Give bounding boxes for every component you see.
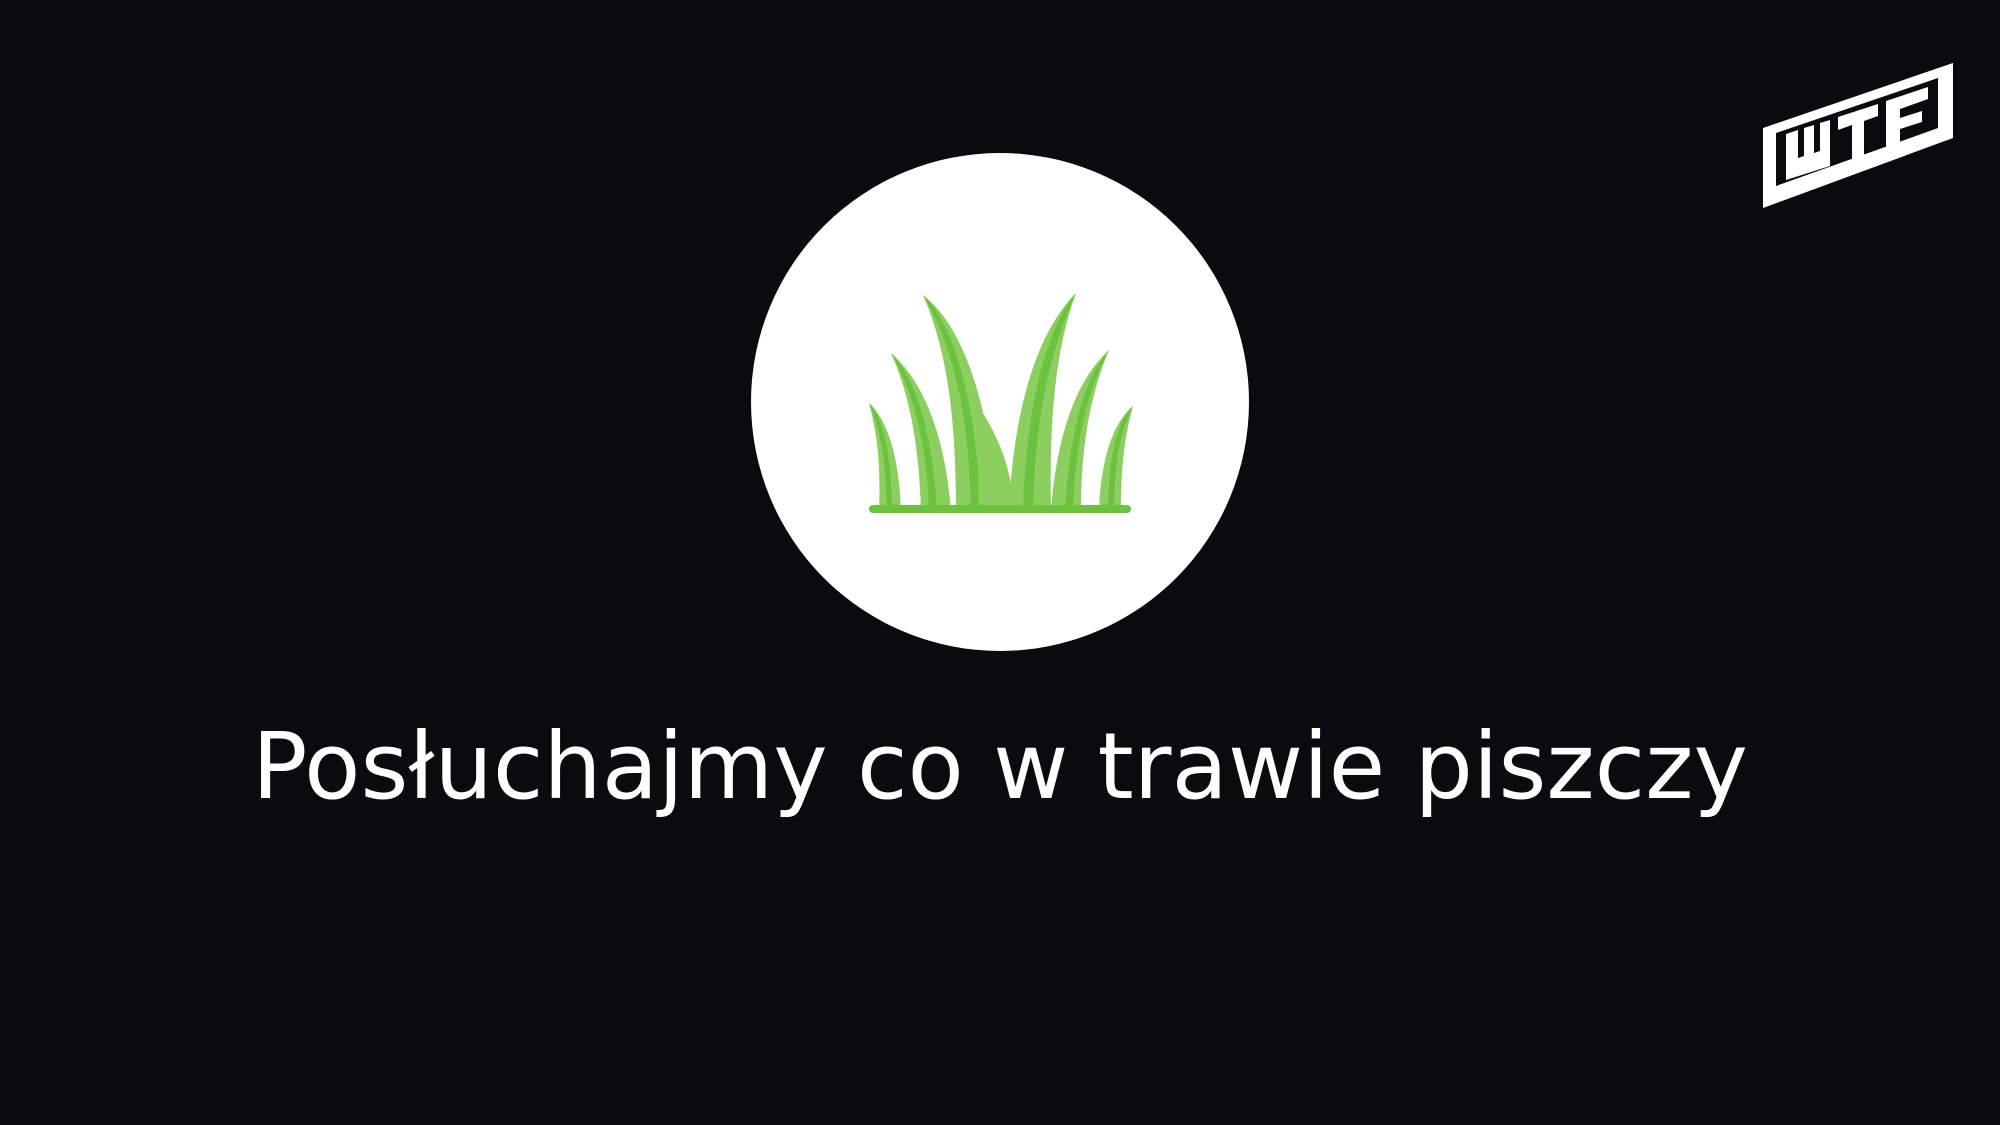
grass-icon xyxy=(869,293,1133,513)
slide-caption: Posłuchajmy co w trawie piszczy xyxy=(251,713,1749,820)
slide: Posłuchajmy co w trawie piszczy xyxy=(0,0,2000,1125)
grass-illustration xyxy=(751,153,1249,651)
brand-logo-icon xyxy=(1758,58,1958,218)
